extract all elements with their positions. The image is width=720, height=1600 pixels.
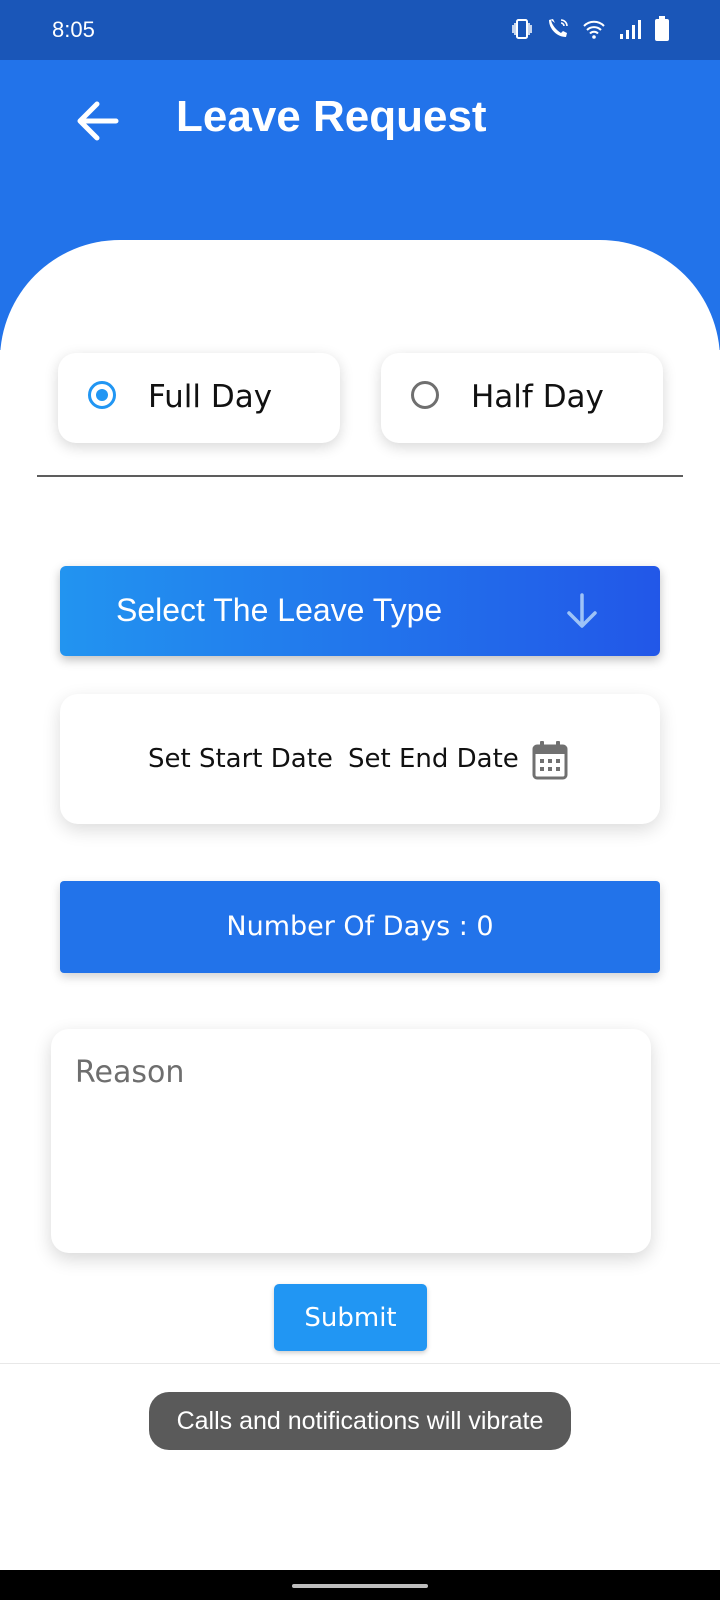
toast-message: Calls and notifications will vibrate <box>149 1392 571 1450</box>
status-icons <box>510 16 670 42</box>
arrow-left-icon <box>77 101 119 141</box>
status-time: 8:05 <box>52 17 95 42</box>
half-day-label: Half Day <box>471 379 604 415</box>
calendar-icon[interactable] <box>532 740 568 780</box>
submit-button[interactable]: Submit <box>274 1284 427 1351</box>
back-button[interactable] <box>74 98 122 144</box>
leave-type-select[interactable]: Select The Leave Type <box>60 566 660 656</box>
number-of-days-bar: Number Of Days : 0 <box>60 881 660 973</box>
home-gesture-handle[interactable] <box>292 1584 428 1588</box>
arrow-down-icon <box>567 593 597 628</box>
full-day-option[interactable]: Full Day <box>58 353 340 443</box>
half-day-radio[interactable] <box>411 381 439 409</box>
full-day-radio[interactable] <box>88 381 116 409</box>
date-picker-card: Set Start Date Set End Date <box>60 694 660 824</box>
full-day-label: Full Day <box>148 379 273 415</box>
reason-input[interactable] <box>73 1053 633 1237</box>
page-title: Leave Request <box>176 92 487 141</box>
number-of-days-label: Number Of Days : 0 <box>226 911 494 942</box>
wifi-calling-icon <box>546 17 570 41</box>
vibrate-icon <box>510 17 534 41</box>
signal-icon <box>618 18 642 40</box>
divider <box>37 475 683 477</box>
leave-type-label: Select The Leave Type <box>116 592 443 628</box>
battery-icon <box>654 16 670 42</box>
reason-card <box>51 1029 651 1253</box>
start-date-button[interactable]: Set Start Date <box>148 744 333 774</box>
footer-divider <box>0 1363 720 1364</box>
wifi-icon <box>582 18 606 40</box>
end-date-button[interactable]: Set End Date <box>348 744 519 774</box>
half-day-option[interactable]: Half Day <box>381 353 663 443</box>
navigation-bar <box>0 1570 720 1600</box>
status-bar: 8:05 <box>0 0 720 60</box>
